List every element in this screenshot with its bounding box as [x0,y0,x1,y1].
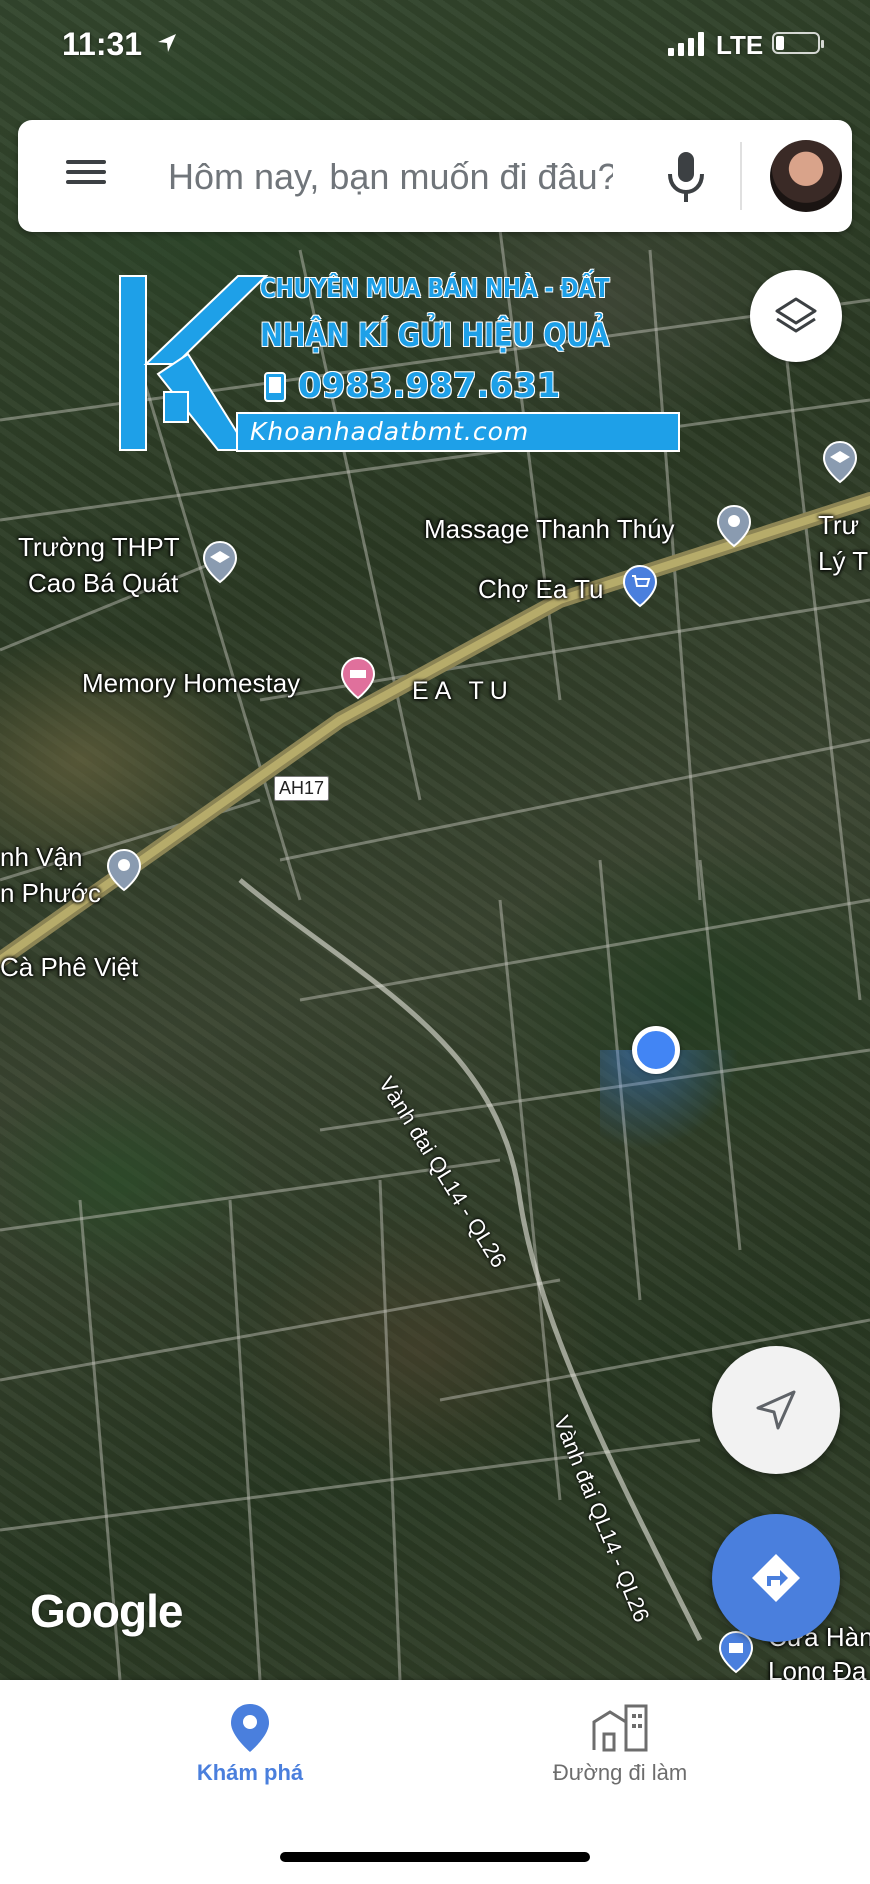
layers-icon [775,297,817,333]
commute-buildings-icon [592,1704,648,1752]
place-pin-icon[interactable] [716,504,752,548]
location-arrow-icon [158,34,176,52]
place-label-market[interactable]: Chợ Ea Tu [478,574,603,604]
avatar[interactable] [770,140,842,212]
watermark-phone: 0983.987.631 [298,366,561,406]
status-bar: 11:31 LTE [0,0,870,96]
place-pin-icon[interactable] [106,848,142,892]
navigation-arrow-icon [756,1390,796,1430]
place-label-store-2[interactable]: Long Đạ [768,1656,866,1680]
watermark-line-2: NHẬN KÍ GỬI HIỆU QUẢ [260,316,609,354]
phone-icon [264,372,286,402]
current-location-dot[interactable] [632,1026,680,1074]
network-type: LTE [716,30,764,60]
home-indicator[interactable] [280,1852,590,1862]
search-bar [18,120,852,232]
place-label-right-1[interactable]: Trư [818,510,859,540]
location-pin-icon [231,1704,269,1752]
place-label-right-2[interactable]: Lý T [818,546,868,576]
directions-icon [752,1554,800,1602]
tab-explore[interactable]: Khám phá [100,1680,400,1820]
status-time: 11:31 [62,26,143,62]
battery-icon [772,32,824,54]
tab-commute[interactable]: Đường đi làm [470,1680,770,1820]
watermark-banner: CHUYÊN MUA BÁN NHÀ - ĐẤT NHẬN KÍ GỬI HIỆ… [118,274,680,452]
google-logo: Google [30,1585,183,1637]
hamburger-icon [66,160,106,164]
place-label-cafe[interactable]: Cà Phê Việt [0,952,138,982]
place-label-massage[interactable]: Massage Thanh Thúy [424,514,675,544]
highway-shield: AH17 [274,776,330,801]
watermark-line-1: CHUYÊN MUA BÁN NHÀ - ĐẤT [260,274,610,304]
place-label-school-line2[interactable]: Cao Bá Quát [28,568,178,598]
area-label: EA TU [412,677,514,705]
microphone-icon[interactable] [664,150,708,204]
school-pin-icon[interactable] [202,540,238,584]
menu-button[interactable] [62,154,110,198]
lodging-pin-icon[interactable] [340,656,376,700]
signal-bars-icon [668,32,704,56]
school-pin-icon[interactable] [822,440,858,484]
search-input[interactable] [166,148,615,206]
layers-button[interactable] [750,270,842,362]
divider [740,142,742,210]
store-pin-icon[interactable] [718,1630,754,1674]
place-label-partial-2[interactable]: n Phước [0,878,101,908]
tab-explore-label: Khám phá [196,1760,304,1785]
shopping-pin-icon[interactable] [622,564,658,608]
watermark-url-box: Khoanhadatbmt.com [236,412,680,452]
watermark-url: Khoanhadatbmt.com [250,417,530,446]
directions-button[interactable] [712,1514,840,1642]
place-label-school-line1[interactable]: Trường THPT [18,532,180,562]
my-location-button[interactable] [712,1346,840,1474]
place-label-homestay[interactable]: Memory Homestay [82,668,300,698]
tab-commute-label: Đường đi làm [552,1760,688,1785]
place-label-partial-1[interactable]: nh Vận [0,842,82,872]
